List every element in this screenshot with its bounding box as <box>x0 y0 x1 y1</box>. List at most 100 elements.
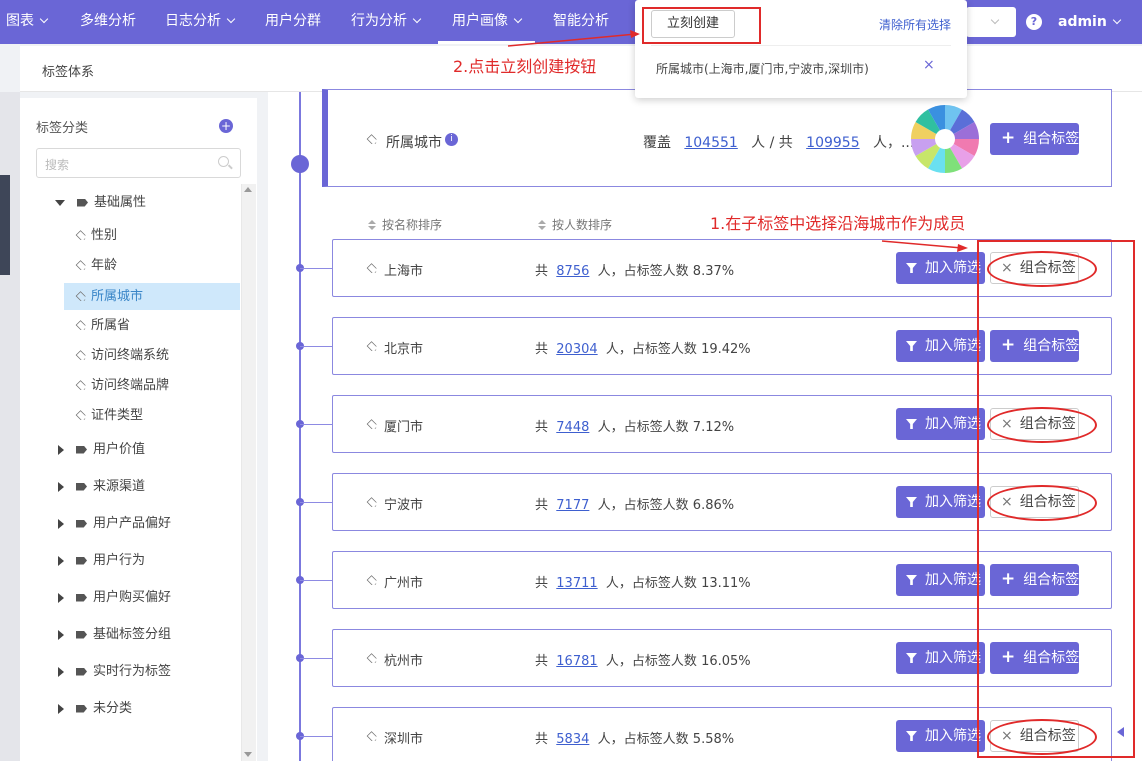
tree-group-product-preference[interactable]: 用户产品偏好 <box>58 513 171 535</box>
tree-group-source-channel[interactable]: 来源渠道 <box>58 476 145 498</box>
child-count-link[interactable]: 13711 <box>556 576 597 591</box>
timeline-connector <box>300 580 332 581</box>
add-filter-button[interactable]: 加入筛选 <box>896 564 985 596</box>
parent-coverage: 覆盖 104551 人 / 共 109955 人，... <box>643 135 915 151</box>
timeline-connector <box>300 424 332 425</box>
tree-group-purchase-preference[interactable]: 用户购买偏好 <box>58 587 171 609</box>
tree-group-realtime-tags[interactable]: 实时行为标签 <box>58 661 171 683</box>
add-filter-button[interactable]: 加入筛选 <box>896 252 985 284</box>
child-count-link[interactable]: 7177 <box>556 498 589 513</box>
timeline-connector <box>300 658 332 659</box>
timeline-connector <box>300 736 332 737</box>
remove-selection-icon[interactable]: × <box>923 57 935 73</box>
chevron-down-icon <box>412 14 422 24</box>
tag-icon <box>76 704 87 713</box>
nav-item-user-portrait[interactable]: 用户画像 <box>438 0 535 44</box>
tree-item-device-brand[interactable]: 访问终端品牌 <box>74 375 169 397</box>
user-menu[interactable]: admin <box>1058 0 1122 44</box>
clear-all-link[interactable]: 清除所有选择 <box>879 16 951 33</box>
sidebar-search-input[interactable]: 搜索 <box>36 148 241 178</box>
tree-item-city[interactable]: 所属城市 <box>64 283 240 310</box>
scroll-down-icon[interactable] <box>244 752 252 757</box>
nav-item-multi-analysis[interactable]: 多维分析 <box>80 0 136 44</box>
tag-outline-icon <box>75 259 87 271</box>
filter-icon <box>906 263 917 273</box>
add-filter-button[interactable]: 加入筛选 <box>896 720 985 752</box>
nav-item-smart-analysis[interactable]: 智能分析 <box>553 0 609 44</box>
nav-item-charts[interactable]: 图表 <box>6 0 49 44</box>
parent-combine-button[interactable]: + 组合标签 <box>990 123 1079 155</box>
tree-item-id-type[interactable]: 证件类型 <box>74 405 143 427</box>
tag-outline-icon <box>75 319 87 331</box>
sort-by-name[interactable]: 按名称排序 <box>368 216 442 233</box>
search-icon <box>218 156 229 167</box>
caret-right-icon <box>58 703 64 714</box>
timeline-connector <box>300 346 332 347</box>
tree-item-device-os[interactable]: 访问终端系统 <box>74 345 169 367</box>
tag-outline-icon <box>366 263 378 275</box>
child-tag-name: 深圳市 <box>384 732 424 747</box>
info-icon[interactable]: i <box>445 133 458 146</box>
nav-item-user-segments[interactable]: 用户分群 <box>265 0 321 44</box>
sort-icon <box>538 220 546 231</box>
tree-group-basic-tag-groups[interactable]: 基础标签分组 <box>58 624 171 646</box>
tag-outline-icon <box>75 379 87 391</box>
child-tag-name: 北京市 <box>384 342 424 357</box>
plus-icon: + <box>1001 128 1016 148</box>
sidebar-scrollbar[interactable] <box>241 184 256 761</box>
child-tag-stats: 共 20304 人，占标签人数 19.42% <box>535 342 751 357</box>
tag-outline-icon <box>366 575 378 587</box>
distribution-pie-chart[interactable] <box>910 104 980 174</box>
tag-outline-icon <box>366 731 378 743</box>
nav-item-behavior-analysis[interactable]: 行为分析 <box>351 0 422 44</box>
tree-group-user-behavior[interactable]: 用户行为 <box>58 550 145 572</box>
timeline-connector <box>300 268 332 269</box>
chevron-down-icon <box>513 14 523 24</box>
child-count-link[interactable]: 20304 <box>556 342 597 357</box>
tree-item-age[interactable]: 年龄 <box>74 255 117 277</box>
child-tag-name: 厦门市 <box>384 420 424 435</box>
tree-group-basic-attributes[interactable]: 基础属性 <box>55 192 146 214</box>
project-select[interactable] <box>966 7 1016 37</box>
add-category-icon[interactable]: + <box>219 119 233 133</box>
add-filter-button[interactable]: 加入筛选 <box>896 486 985 518</box>
child-count-link[interactable]: 7448 <box>556 420 589 435</box>
filter-icon <box>906 653 917 663</box>
tree-group-uncategorized[interactable]: 未分类 <box>58 698 132 720</box>
scroll-up-icon[interactable] <box>244 187 252 192</box>
total-count-link[interactable]: 109955 <box>806 135 859 151</box>
tag-outline-icon <box>75 409 87 421</box>
child-tag-name: 广州市 <box>384 576 424 591</box>
child-tag-stats: 共 8756 人，占标签人数 8.37% <box>535 264 735 279</box>
caret-right-icon <box>58 629 64 640</box>
child-tag-stats: 共 13711 人，占标签人数 13.11% <box>535 576 751 591</box>
filter-icon <box>906 419 917 429</box>
scroll-indicator-icon[interactable] <box>1117 727 1124 737</box>
tree-item-province[interactable]: 所属省 <box>74 315 130 337</box>
tree-item-gender[interactable]: 性别 <box>74 225 117 247</box>
covered-count-link[interactable]: 104551 <box>684 135 737 151</box>
caret-right-icon <box>58 666 64 677</box>
chevron-down-icon <box>990 15 1000 25</box>
tag-outline-icon <box>366 497 378 509</box>
child-tag-name: 杭州市 <box>384 654 424 669</box>
timeline-connector <box>300 502 332 503</box>
help-icon[interactable]: ? <box>1026 14 1042 30</box>
add-filter-button[interactable]: 加入筛选 <box>896 408 985 440</box>
search-placeholder: 搜索 <box>45 158 70 172</box>
filter-icon <box>906 341 917 351</box>
add-filter-button[interactable]: 加入筛选 <box>896 330 985 362</box>
chevron-down-icon <box>1112 15 1122 25</box>
child-count-link[interactable]: 5834 <box>556 732 589 747</box>
child-count-link[interactable]: 16781 <box>556 654 597 669</box>
tag-icon <box>76 519 87 528</box>
nav-item-log-analysis[interactable]: 日志分析 <box>165 0 236 44</box>
child-count-link[interactable]: 8756 <box>556 264 589 279</box>
tag-icon <box>76 445 87 454</box>
chevron-down-icon <box>39 14 49 24</box>
tag-outline-icon <box>75 229 87 241</box>
add-filter-button[interactable]: 加入筛选 <box>896 642 985 674</box>
sort-by-count[interactable]: 按人数排序 <box>538 216 612 233</box>
annotation-step1: 1.在子标签中选择沿海城市作为成员 <box>710 214 966 233</box>
tree-group-user-value[interactable]: 用户价值 <box>58 439 145 461</box>
